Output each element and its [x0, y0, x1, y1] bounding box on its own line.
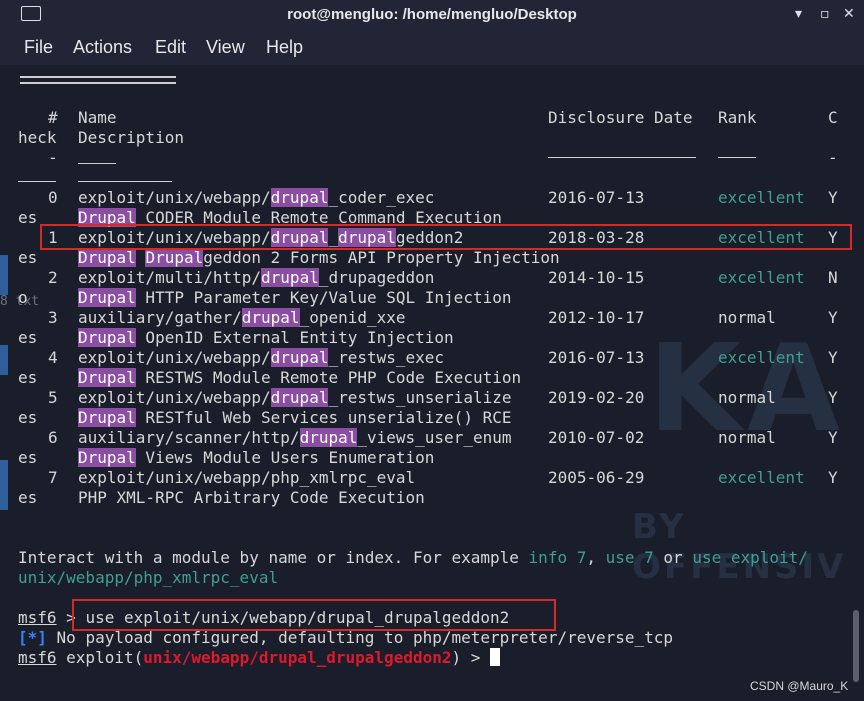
col-name-header: Name [78, 108, 117, 127]
header-underline [548, 157, 696, 158]
module-disclosure-date: 2016-07-13 [548, 348, 645, 367]
module-path: auxiliary/scanner/http/drupal_views_user… [78, 428, 512, 447]
menu-help[interactable]: Help [266, 37, 303, 58]
module-check: Y [828, 188, 838, 207]
module-description: Drupal RESTful Web Services unserialize(… [78, 408, 512, 427]
module-disclosure-date: 2019-02-20 [548, 388, 645, 407]
module-description: Drupal HTTP Parameter Key/Value SQL Inje… [78, 288, 512, 307]
header-underline [78, 181, 172, 182]
module-index: 0 [48, 188, 58, 207]
module-rank: normal [718, 388, 776, 407]
module-rank: excellent [718, 268, 805, 287]
col-rank-header: Rank [718, 108, 757, 127]
module-index: 2 [48, 268, 58, 287]
scrollbar[interactable] [853, 610, 859, 682]
separator-line [20, 76, 176, 78]
module-check: Y [828, 428, 838, 447]
module-rank: excellent [718, 468, 805, 487]
module-check-wrap: es [18, 448, 38, 467]
menu-actions[interactable]: Actions [73, 37, 132, 58]
current-prompt-line[interactable]: msf6 exploit(unix/webapp/drupal_drupalge… [18, 648, 501, 668]
module-check-wrap: es [18, 368, 38, 387]
col-check-header: C [828, 108, 838, 127]
use-path-example: use exploit/ [692, 548, 808, 567]
menu-bar: File Actions Edit View Help [0, 32, 864, 65]
module-disclosure-date: 2014-10-15 [548, 268, 645, 287]
payload-info-line: [*] No payload configured, defaulting to… [18, 628, 674, 647]
module-path: exploit/multi/http/drupal_drupageddon [78, 268, 435, 287]
col-index-header: # [48, 108, 58, 127]
annotation-highlight-box [40, 224, 852, 250]
module-index: 3 [48, 308, 58, 327]
msf6-prompt: msf6 [18, 608, 57, 627]
module-rank: excellent [718, 188, 805, 207]
col-index-dash: - [48, 148, 58, 167]
module-check: Y [828, 468, 838, 487]
module-rank: excellent [718, 348, 805, 367]
use-index-example: use 7 [605, 548, 654, 567]
interact-hint-line1: Interact with a module by name or index.… [18, 548, 808, 567]
offensive-security-tagline: BY OFFENSIV [632, 507, 847, 587]
col-check-header-wrap: heck [18, 128, 57, 147]
module-description: Drupal OpenID External Entity Injection [78, 328, 454, 347]
minimize-button[interactable]: ▾ [795, 6, 802, 22]
menu-view[interactable]: View [206, 37, 245, 58]
module-path: auxiliary/gather/drupal_openid_xxe [78, 308, 406, 327]
csdn-watermark: CSDN @Mauro_K [750, 679, 849, 693]
header-underline [78, 163, 116, 164]
active-module: unix/webapp/drupal_drupalgeddon2 [143, 648, 452, 667]
module-index: 4 [48, 348, 58, 367]
module-check-wrap: es [18, 488, 38, 507]
module-disclosure-date: 2005-06-29 [548, 468, 645, 487]
terminal-window: root@mengluo: /home/mengluo/Desktop ▾ ▫ … [0, 0, 864, 701]
module-check: Y [828, 308, 838, 327]
module-disclosure-date: 2016-07-13 [548, 188, 645, 207]
module-index: 5 [48, 388, 58, 407]
module-disclosure-date: 2012-10-17 [548, 308, 645, 327]
module-path: exploit/unix/webapp/php_xmlrpc_eval [78, 468, 416, 487]
desktop-background-sliver [0, 460, 8, 510]
info-tag: [*] [18, 628, 47, 647]
module-check: N [828, 268, 838, 287]
desktop-background-sliver [0, 345, 8, 375]
header-underline [18, 181, 56, 182]
title-bar: root@mengluo: /home/mengluo/Desktop ▾ ▫ … [0, 0, 864, 32]
info-example: info 7 [528, 548, 587, 567]
module-check-wrap: o [18, 288, 28, 307]
module-check-wrap: es [18, 208, 38, 227]
header-underline [718, 157, 756, 158]
separator-line [20, 82, 176, 84]
col-check-dash: - [828, 148, 838, 167]
module-check-wrap: es [18, 328, 38, 347]
module-description: Drupal Views Module Users Enumeration [78, 448, 435, 467]
window-title: root@mengluo: /home/mengluo/Desktop [287, 6, 577, 23]
close-button[interactable]: ✕ [843, 6, 855, 22]
desktop-background-sliver [0, 255, 8, 295]
menu-file[interactable]: File [24, 37, 53, 58]
module-index: 6 [48, 428, 58, 447]
module-description: PHP XML-RPC Arbitrary Code Execution [78, 488, 425, 507]
module-path: exploit/unix/webapp/drupal_restws_unseri… [78, 388, 512, 407]
module-description: Drupal Drupalgeddon 2 Forms API Property… [78, 248, 560, 267]
module-path: exploit/unix/webapp/drupal_coder_exec [78, 188, 435, 207]
module-index: 7 [48, 468, 58, 487]
module-check-wrap: es [18, 408, 38, 427]
module-path: exploit/unix/webapp/drupal_restws_exec [78, 348, 445, 367]
menu-edit[interactable]: Edit [155, 37, 186, 58]
module-rank: normal [718, 428, 776, 447]
text-cursor [490, 648, 501, 666]
module-check-wrap: es [18, 248, 38, 267]
module-description: Drupal RESTWS Module Remote PHP Code Exe… [78, 368, 522, 387]
module-check: Y [828, 388, 838, 407]
terminal-output[interactable]: KA BY OFFENSIV 8 txt # Name Disclosure D… [0, 65, 864, 701]
msf6-prompt: msf6 [18, 648, 57, 667]
module-check: Y [828, 348, 838, 367]
interact-hint-line2: unix/webapp/php_xmlrpc_eval [18, 568, 279, 587]
maximize-button[interactable]: ▫ [820, 6, 830, 22]
annotation-command-box [72, 599, 556, 631]
col-description-header: Description [78, 128, 184, 147]
module-disclosure-date: 2010-07-02 [548, 428, 645, 447]
col-date-header: Disclosure Date [548, 108, 693, 127]
module-rank: normal [718, 308, 776, 327]
